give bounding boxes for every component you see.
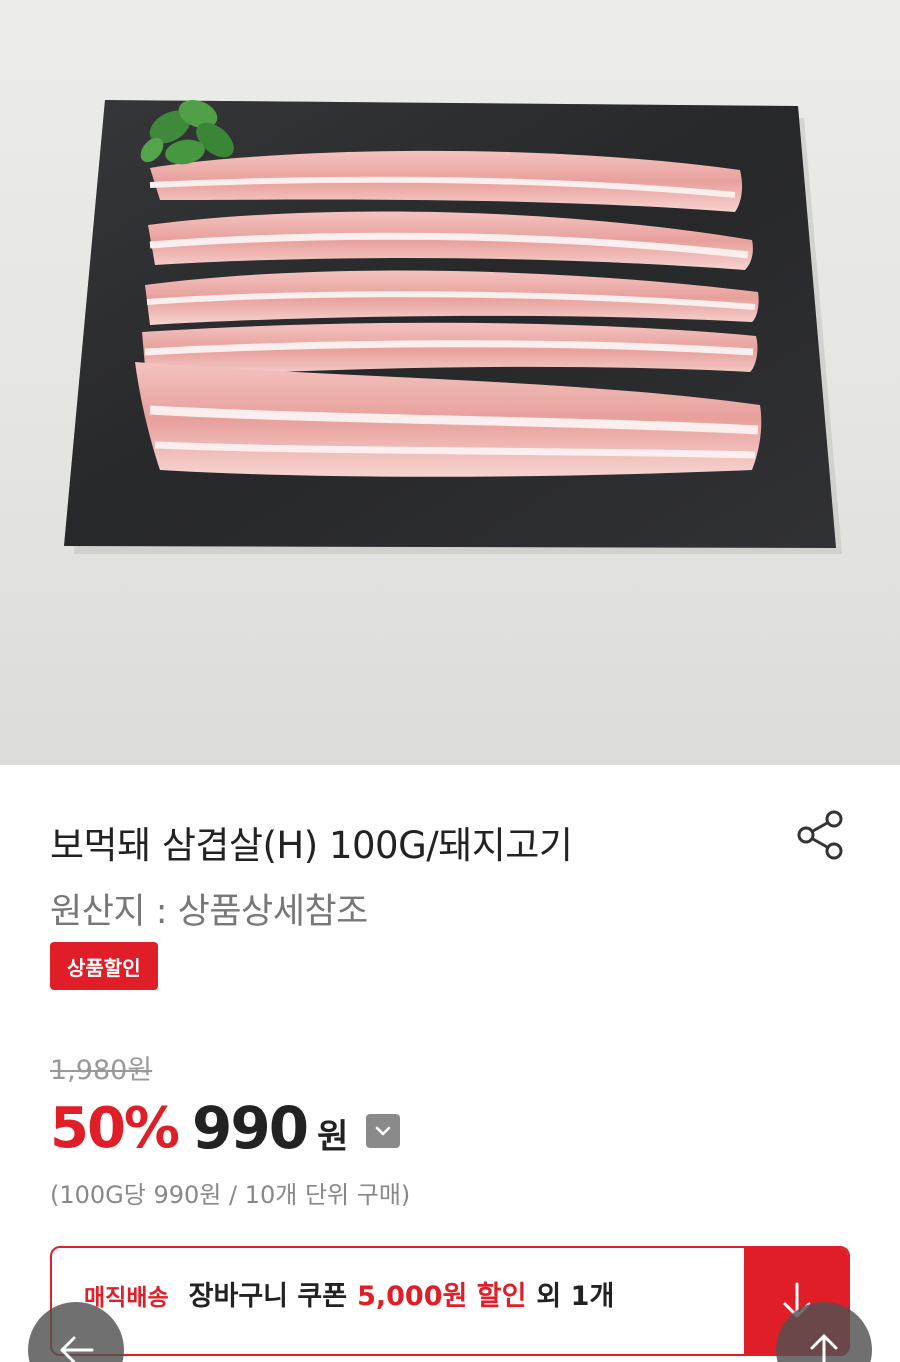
share-button[interactable]	[788, 803, 852, 867]
coupon-main: 장바구니 쿠폰	[188, 1281, 348, 1312]
discount-rate: 50%	[50, 1095, 180, 1161]
discount-badge: 상품할인	[50, 942, 158, 990]
coupon-amount: 5,000원 할인	[357, 1281, 527, 1312]
coupon-banner[interactable]: 매직배송 장바구니 쿠폰 5,000원 할인 외 1개	[50, 1246, 850, 1356]
share-icon	[797, 810, 843, 860]
original-price: 1,980원	[50, 1055, 153, 1086]
product-title: 보먹돼 삼겹살(H) 100G/돼지고기	[50, 824, 573, 867]
unit-price-info: (100G당 990원 / 10개 단위 구매)	[50, 1181, 411, 1209]
price-detail-toggle[interactable]	[366, 1114, 401, 1148]
currency-label: 원	[317, 1116, 349, 1157]
arrow-left-icon	[60, 1336, 94, 1362]
arrow-up-icon	[810, 1334, 838, 1362]
coupon-rest: 외 1개	[536, 1281, 615, 1312]
product-info-section: 보먹돼 삼겹살(H) 100G/돼지고기 원산지 : 상품상세참조 상품할인 1…	[0, 765, 900, 1362]
sale-price: 990	[192, 1094, 309, 1162]
coupon-text: 매직배송 장바구니 쿠폰 5,000원 할인 외 1개	[84, 1274, 614, 1313]
pork-belly-photo	[64, 99, 842, 554]
product-image[interactable]	[0, 0, 900, 765]
origin-info: 원산지 : 상품상세참조	[50, 892, 368, 932]
chevron-down-icon	[376, 1126, 391, 1136]
price-row: 50% 990 원	[50, 1088, 401, 1168]
